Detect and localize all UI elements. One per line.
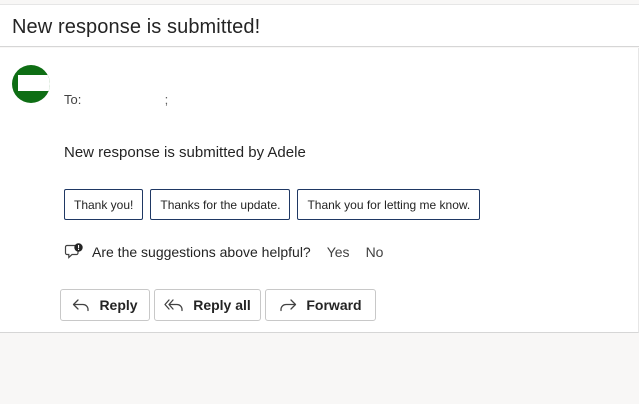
reply-icon (73, 299, 90, 312)
recipient-redacted[interactable] (85, 96, 161, 104)
suggested-reply-chip[interactable]: Thank you for letting me know. (297, 189, 481, 220)
message-card: To: ; New response is submitted by Adele… (0, 48, 639, 333)
reply-button[interactable]: Reply (60, 289, 150, 321)
message-actions: Reply Reply all Forward (60, 289, 376, 321)
feedback-icon (64, 242, 84, 262)
suggested-reply-chip[interactable]: Thanks for the update. (150, 189, 291, 220)
feedback-no-link[interactable]: No (366, 244, 384, 260)
forward-label: Forward (306, 297, 362, 313)
forward-icon (280, 299, 297, 312)
feedback-yes-link[interactable]: Yes (327, 244, 350, 260)
reply-label: Reply (99, 297, 138, 313)
recipients-row: To: ; (64, 92, 168, 107)
reply-all-label: Reply all (193, 297, 251, 313)
reading-pane-header: New response is submitted! (0, 4, 639, 47)
recipient-separator: ; (164, 92, 169, 107)
sender-avatar[interactable] (12, 65, 50, 103)
feedback-question: Are the suggestions above helpful? (92, 244, 311, 260)
avatar-logo-band (18, 75, 50, 91)
suggested-replies: Thank you! Thanks for the update. Thank … (64, 189, 481, 220)
message-subject: New response is submitted! (12, 16, 261, 38)
message-body: New response is submitted by Adele (64, 144, 306, 161)
reply-all-button[interactable]: Reply all (154, 289, 261, 321)
suggestion-feedback: Are the suggestions above helpful? Yes N… (64, 242, 383, 262)
to-label: To: (64, 92, 82, 107)
suggested-reply-chip[interactable]: Thank you! (64, 189, 144, 220)
forward-button[interactable]: Forward (265, 289, 376, 321)
reply-all-icon (164, 299, 183, 312)
